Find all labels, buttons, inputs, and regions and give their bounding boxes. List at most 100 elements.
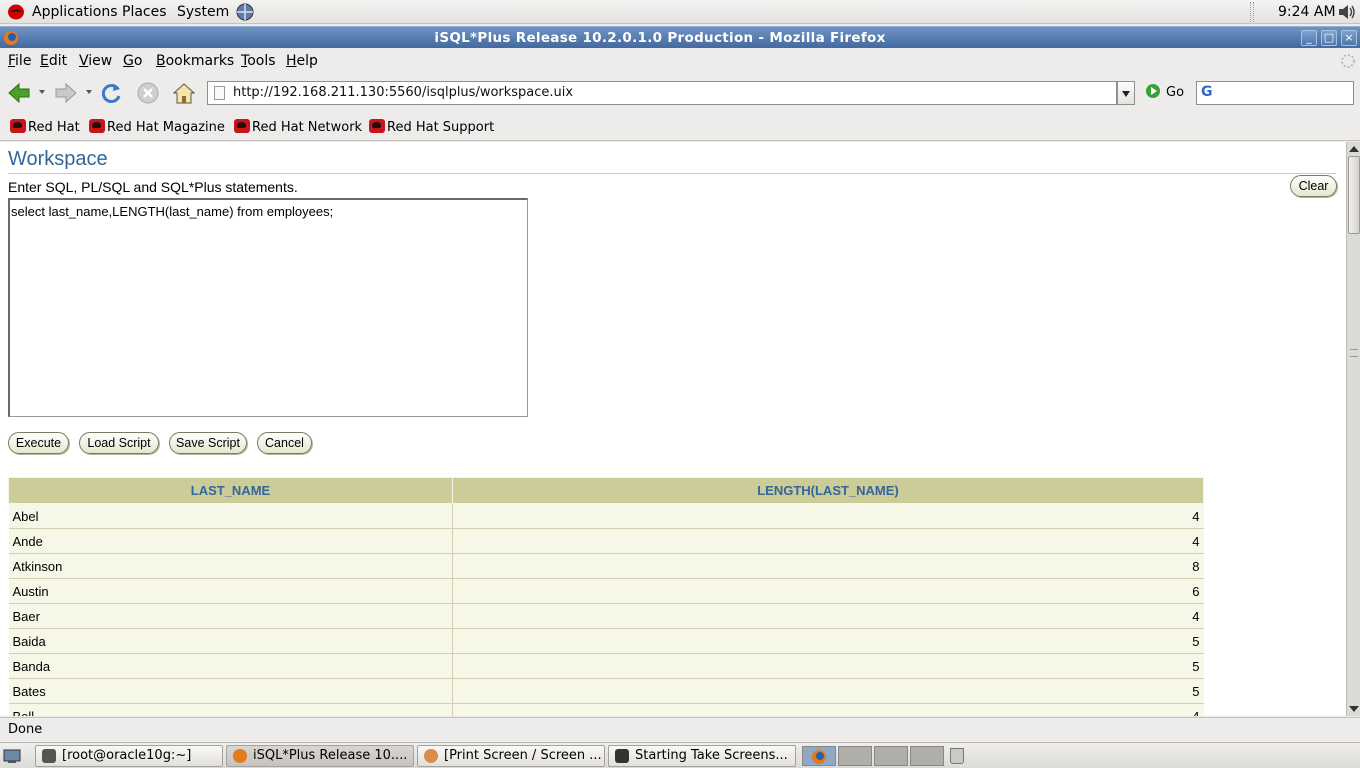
menu-bar: File Edit View Go Bookmarks Tools Help (0, 49, 1360, 73)
system-menu[interactable]: System (177, 4, 229, 20)
google-search-engine-icon[interactable]: G (1201, 84, 1213, 100)
stop-icon[interactable] (135, 80, 161, 106)
window-title: iSQL*Plus Release 10.2.0.1.0 Production … (434, 30, 886, 46)
taskbar-item-take-screenshot[interactable]: Starting Take Screens... (608, 745, 796, 767)
cell-last-name: Baida (8, 628, 453, 654)
forward-history-dropdown[interactable] (86, 90, 92, 94)
navigation-toolbar: http://192.168.211.130:5560/isqlplus/wor… (0, 74, 1360, 112)
table-row: Baida 5 (8, 628, 1204, 654)
page-title: Workspace (8, 148, 108, 170)
results-table: LAST_NAME LENGTH(LAST_NAME) Abel 4 Ande 4 … (8, 477, 1204, 716)
clear-button[interactable]: Clear (1290, 175, 1337, 197)
menu-file[interactable]: File (8, 53, 31, 69)
volume-icon[interactable] (1337, 3, 1357, 21)
cell-last-name: Bell (8, 703, 453, 716)
window-titlebar[interactable]: iSQL*Plus Release 10.2.0.1.0 Production … (0, 26, 1360, 48)
bookmark-red-hat[interactable]: Red Hat (10, 119, 80, 135)
scrollbar-thumb[interactable] (1348, 156, 1360, 234)
show-desktop-icon[interactable] (3, 747, 21, 765)
firefox-icon (812, 750, 826, 764)
firefox-icon (424, 749, 438, 763)
title-divider (8, 173, 1336, 174)
execute-button[interactable]: Execute (8, 432, 69, 454)
maximize-button[interactable]: □ (1321, 30, 1337, 46)
cell-last-name: Banda (8, 653, 453, 679)
trash-icon[interactable] (950, 748, 964, 764)
panel-clock[interactable]: 9:24 AM (1278, 4, 1336, 20)
workspace-4[interactable] (910, 746, 944, 766)
scroll-down-arrow-icon[interactable] (1349, 706, 1359, 712)
menu-help[interactable]: Help (286, 53, 318, 69)
bookmark-red-hat-magazine[interactable]: Red Hat Magazine (89, 119, 225, 135)
go-button[interactable]: Go (1146, 84, 1184, 100)
table-row: Ande 4 (8, 528, 1204, 554)
menu-tools[interactable]: Tools (241, 53, 276, 69)
workspace-3[interactable] (874, 746, 908, 766)
network-icon[interactable] (234, 2, 256, 22)
url-text[interactable]: http://192.168.211.130:5560/isqlplus/wor… (233, 85, 573, 100)
cell-length: 8 (452, 553, 1204, 579)
panel-separator (1250, 2, 1254, 22)
throbber-icon (1341, 54, 1355, 68)
cancel-button[interactable]: Cancel (257, 432, 312, 454)
home-icon[interactable] (171, 80, 197, 106)
results-header-row: LAST_NAME LENGTH(LAST_NAME) (8, 477, 1204, 504)
workspace-1[interactable] (802, 746, 836, 766)
taskbar-item-terminal[interactable]: [root@oracle10g:~] (35, 745, 223, 767)
load-script-button[interactable]: Load Script (79, 432, 159, 454)
table-row: Banda 5 (8, 653, 1204, 679)
save-script-button[interactable]: Save Script (169, 432, 247, 454)
firefox-icon (233, 749, 247, 763)
cell-length: 4 (452, 528, 1204, 554)
vertical-scrollbar[interactable] (1346, 142, 1360, 716)
terminal-icon (42, 749, 56, 763)
page-content: Workspace Enter SQL, PL/SQL and SQL*Plus… (0, 142, 1346, 716)
table-row: Atkinson 8 (8, 553, 1204, 579)
workspace-2[interactable] (838, 746, 872, 766)
close-button[interactable]: × (1341, 30, 1357, 46)
cell-length: 4 (452, 603, 1204, 629)
applications-menu[interactable]: Applications (32, 4, 118, 20)
redhat-bookmark-icon (89, 119, 105, 133)
menu-go[interactable]: Go (123, 53, 142, 69)
column-header-length: LENGTH(LAST_NAME) (452, 477, 1204, 504)
cell-length: 5 (452, 653, 1204, 679)
cell-last-name: Ande (8, 528, 453, 554)
status-bar: Done (0, 717, 1360, 741)
table-row: Austin 6 (8, 578, 1204, 604)
menu-bookmarks[interactable]: Bookmarks (156, 53, 234, 69)
search-input[interactable]: G (1196, 81, 1354, 105)
redhat-bookmark-icon (369, 119, 385, 133)
table-row: Bates 5 (8, 678, 1204, 704)
table-row: Abel 4 (8, 503, 1204, 529)
go-arrow-icon (1146, 84, 1160, 98)
redhat-logo-icon[interactable] (7, 3, 25, 20)
url-history-dropdown[interactable] (1117, 81, 1135, 105)
back-icon[interactable] (6, 80, 32, 106)
back-history-dropdown[interactable] (39, 90, 45, 94)
menu-view[interactable]: View (79, 53, 112, 69)
cell-last-name: Atkinson (8, 553, 453, 579)
minimize-button[interactable]: _ (1301, 30, 1317, 46)
cell-length: 4 (452, 703, 1204, 716)
gnome-top-panel: Applications Places System 9:24 AM (0, 0, 1360, 24)
status-text: Done (8, 722, 43, 737)
places-menu[interactable]: Places (122, 4, 167, 20)
redhat-bookmark-icon (10, 119, 26, 133)
sql-input-textarea[interactable]: select last_name,LENGTH(last_name) from … (8, 198, 528, 417)
taskbar-item-print-screen[interactable]: [Print Screen / Screen ... (417, 745, 605, 767)
scrollbar-grip (1350, 349, 1358, 357)
scroll-up-arrow-icon[interactable] (1349, 146, 1359, 152)
bookmark-red-hat-network[interactable]: Red Hat Network (234, 119, 362, 135)
bookmark-red-hat-support[interactable]: Red Hat Support (369, 119, 494, 135)
table-row: Baer 4 (8, 603, 1204, 629)
taskbar-item-firefox[interactable]: iSQL*Plus Release 10.... (226, 745, 414, 767)
gnome-bottom-panel: [root@oracle10g:~] iSQL*Plus Release 10.… (0, 742, 1360, 768)
forward-icon[interactable] (53, 80, 79, 106)
reload-icon[interactable] (98, 80, 124, 106)
menu-edit[interactable]: Edit (40, 53, 67, 69)
page-icon (214, 86, 225, 100)
url-bar[interactable]: http://192.168.211.130:5560/isqlplus/wor… (207, 81, 1117, 105)
cell-last-name: Abel (8, 503, 453, 529)
cell-length: 5 (452, 678, 1204, 704)
